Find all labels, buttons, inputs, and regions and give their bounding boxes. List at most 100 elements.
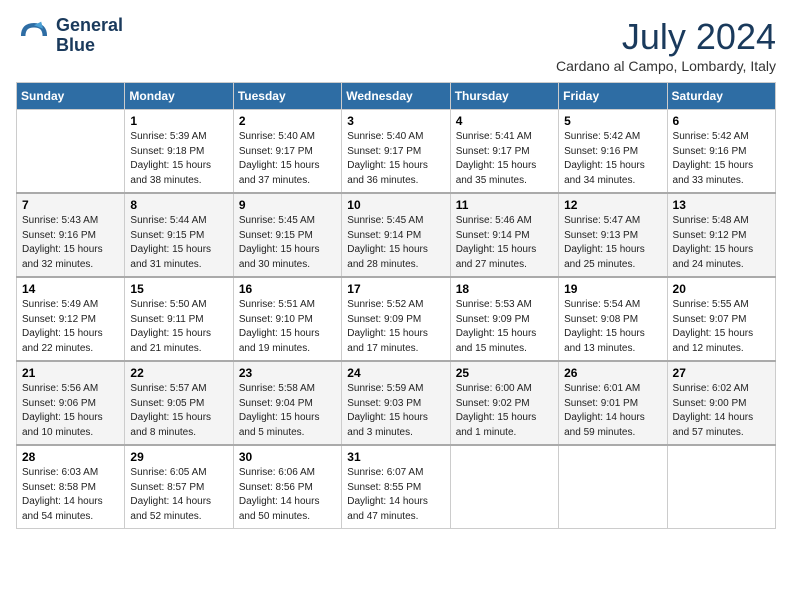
day-number: 8 — [130, 198, 227, 212]
calendar-cell: 10 Sunrise: 5:45 AM Sunset: 9:14 PM Dayli… — [342, 193, 450, 277]
day-number: 31 — [347, 450, 444, 464]
day-info: Sunrise: 5:53 AM Sunset: 9:09 PM Dayligh… — [456, 298, 553, 356]
day-number: 30 — [239, 450, 336, 464]
day-info: Sunrise: 6:06 AM Sunset: 8:56 PM Dayligh… — [239, 466, 336, 524]
day-number: 21 — [22, 366, 119, 380]
calendar-cell: 24 Sunrise: 5:59 AM Sunset: 9:03 PM Dayli… — [342, 361, 450, 445]
calendar-cell: 22Sunrise: 5:57 AM Sunset: 9:05 PM Dayli… — [125, 361, 233, 445]
calendar-cell — [17, 110, 125, 194]
day-info: Sunrise: 5:47 AM Sunset: 9:13 PM Dayligh… — [564, 214, 661, 272]
day-number: 17 — [347, 282, 444, 296]
calendar-cell: 25Sunrise: 6:00 AM Sunset: 9:02 PM Dayli… — [450, 361, 558, 445]
day-number: 9 — [239, 198, 336, 212]
day-number: 1 — [130, 114, 227, 128]
calendar-cell: 29Sunrise: 6:05 AM Sunset: 8:57 PM Dayli… — [125, 445, 233, 529]
logo-icon — [16, 18, 52, 54]
day-info: Sunrise: 5:54 AM Sunset: 9:08 PM Dayligh… — [564, 298, 661, 356]
calendar-cell: 20 Sunrise: 5:55 AM Sunset: 9:07 PM Dayli… — [667, 277, 775, 361]
day-info: Sunrise: 5:45 AM Sunset: 9:14 PM Dayligh… — [347, 214, 444, 272]
day-number: 15 — [130, 282, 227, 296]
day-info: Sunrise: 5:42 AM Sunset: 9:16 PM Dayligh… — [673, 130, 770, 188]
day-info: Sunrise: 5:50 AM Sunset: 9:11 PM Dayligh… — [130, 298, 227, 356]
logo: General Blue — [16, 16, 123, 56]
calendar-cell: 21 Sunrise: 5:56 AM Sunset: 9:06 PM Dayli… — [17, 361, 125, 445]
calendar-cell: 23Sunrise: 5:58 AM Sunset: 9:04 PM Dayli… — [233, 361, 341, 445]
day-number: 4 — [456, 114, 553, 128]
weekday-header: Friday — [559, 83, 667, 110]
calendar-cell: 9 Sunrise: 5:45 AM Sunset: 9:15 PM Daylig… — [233, 193, 341, 277]
day-info: Sunrise: 5:45 AM Sunset: 9:15 PM Dayligh… — [239, 214, 336, 272]
day-number: 27 — [673, 366, 770, 380]
calendar-cell — [559, 445, 667, 529]
calendar-cell: 31 Sunrise: 6:07 AM Sunset: 8:55 PM Dayli… — [342, 445, 450, 529]
calendar-table: SundayMondayTuesdayWednesdayThursdayFrid… — [16, 82, 776, 529]
day-info: Sunrise: 5:55 AM Sunset: 9:07 PM Dayligh… — [673, 298, 770, 356]
day-number: 14 — [22, 282, 119, 296]
weekday-header: Wednesday — [342, 83, 450, 110]
calendar-cell: 19 Sunrise: 5:54 AM Sunset: 9:08 PM Dayli… — [559, 277, 667, 361]
calendar-cell: 18 Sunrise: 5:53 AM Sunset: 9:09 PM Dayli… — [450, 277, 558, 361]
day-number: 7 — [22, 198, 119, 212]
calendar-cell: 1 Sunrise: 5:39 AM Sunset: 9:18 PM Daylig… — [125, 110, 233, 194]
day-number: 3 — [347, 114, 444, 128]
calendar-cell: 27 Sunrise: 6:02 AM Sunset: 9:00 PM Dayli… — [667, 361, 775, 445]
day-number: 5 — [564, 114, 661, 128]
calendar-cell: 4 Sunrise: 5:41 AM Sunset: 9:17 PM Daylig… — [450, 110, 558, 194]
calendar-cell: 14 Sunrise: 5:49 AM Sunset: 9:12 PM Dayli… — [17, 277, 125, 361]
calendar-cell: 6 Sunrise: 5:42 AM Sunset: 9:16 PM Daylig… — [667, 110, 775, 194]
day-info: Sunrise: 6:07 AM Sunset: 8:55 PM Dayligh… — [347, 466, 444, 524]
calendar-cell: 7Sunrise: 5:43 AM Sunset: 9:16 PM Daylig… — [17, 193, 125, 277]
weekday-header: Saturday — [667, 83, 775, 110]
day-info: Sunrise: 5:56 AM Sunset: 9:06 PM Dayligh… — [22, 382, 119, 440]
day-number: 19 — [564, 282, 661, 296]
day-info: Sunrise: 6:02 AM Sunset: 9:00 PM Dayligh… — [673, 382, 770, 440]
calendar-week-row: 21 Sunrise: 5:56 AM Sunset: 9:06 PM Dayli… — [17, 361, 776, 445]
day-info: Sunrise: 5:41 AM Sunset: 9:17 PM Dayligh… — [456, 130, 553, 188]
day-number: 18 — [456, 282, 553, 296]
day-number: 25 — [456, 366, 553, 380]
day-number: 13 — [673, 198, 770, 212]
calendar-week-row: 1 Sunrise: 5:39 AM Sunset: 9:18 PM Daylig… — [17, 110, 776, 194]
day-info: Sunrise: 6:01 AM Sunset: 9:01 PM Dayligh… — [564, 382, 661, 440]
calendar-week-row: 14 Sunrise: 5:49 AM Sunset: 9:12 PM Dayli… — [17, 277, 776, 361]
month-title: July 2024 — [556, 16, 776, 58]
day-number: 2 — [239, 114, 336, 128]
day-number: 6 — [673, 114, 770, 128]
day-info: Sunrise: 5:59 AM Sunset: 9:03 PM Dayligh… — [347, 382, 444, 440]
calendar-cell: 16 Sunrise: 5:51 AM Sunset: 9:10 PM Dayli… — [233, 277, 341, 361]
day-info: Sunrise: 5:44 AM Sunset: 9:15 PM Dayligh… — [130, 214, 227, 272]
weekday-header: Tuesday — [233, 83, 341, 110]
calendar-cell: 2Sunrise: 5:40 AM Sunset: 9:17 PM Daylig… — [233, 110, 341, 194]
day-number: 23 — [239, 366, 336, 380]
calendar-cell — [450, 445, 558, 529]
day-number: 28 — [22, 450, 119, 464]
day-number: 26 — [564, 366, 661, 380]
calendar-header-row: SundayMondayTuesdayWednesdayThursdayFrid… — [17, 83, 776, 110]
calendar-cell: 11Sunrise: 5:46 AM Sunset: 9:14 PM Dayli… — [450, 193, 558, 277]
title-block: July 2024 Cardano al Campo, Lombardy, It… — [556, 16, 776, 74]
day-number: 24 — [347, 366, 444, 380]
day-number: 12 — [564, 198, 661, 212]
day-info: Sunrise: 5:46 AM Sunset: 9:14 PM Dayligh… — [456, 214, 553, 272]
day-info: Sunrise: 5:42 AM Sunset: 9:16 PM Dayligh… — [564, 130, 661, 188]
day-number: 20 — [673, 282, 770, 296]
weekday-header: Thursday — [450, 83, 558, 110]
weekday-header: Sunday — [17, 83, 125, 110]
day-info: Sunrise: 5:49 AM Sunset: 9:12 PM Dayligh… — [22, 298, 119, 356]
day-info: Sunrise: 5:40 AM Sunset: 9:17 PM Dayligh… — [347, 130, 444, 188]
day-info: Sunrise: 5:39 AM Sunset: 9:18 PM Dayligh… — [130, 130, 227, 188]
calendar-cell: 30 Sunrise: 6:06 AM Sunset: 8:56 PM Dayli… — [233, 445, 341, 529]
calendar-cell — [667, 445, 775, 529]
calendar-week-row: 7Sunrise: 5:43 AM Sunset: 9:16 PM Daylig… — [17, 193, 776, 277]
weekday-header: Monday — [125, 83, 233, 110]
calendar-cell: 12 Sunrise: 5:47 AM Sunset: 9:13 PM Dayli… — [559, 193, 667, 277]
page-header: General Blue July 2024 Cardano al Campo,… — [16, 16, 776, 74]
day-number: 16 — [239, 282, 336, 296]
day-info: Sunrise: 5:51 AM Sunset: 9:10 PM Dayligh… — [239, 298, 336, 356]
location-subtitle: Cardano al Campo, Lombardy, Italy — [556, 58, 776, 74]
day-info: Sunrise: 5:52 AM Sunset: 9:09 PM Dayligh… — [347, 298, 444, 356]
calendar-cell: 26 Sunrise: 6:01 AM Sunset: 9:01 PM Dayli… — [559, 361, 667, 445]
day-info: Sunrise: 5:48 AM Sunset: 9:12 PM Dayligh… — [673, 214, 770, 272]
day-number: 10 — [347, 198, 444, 212]
calendar-cell: 15 Sunrise: 5:50 AM Sunset: 9:11 PM Dayli… — [125, 277, 233, 361]
